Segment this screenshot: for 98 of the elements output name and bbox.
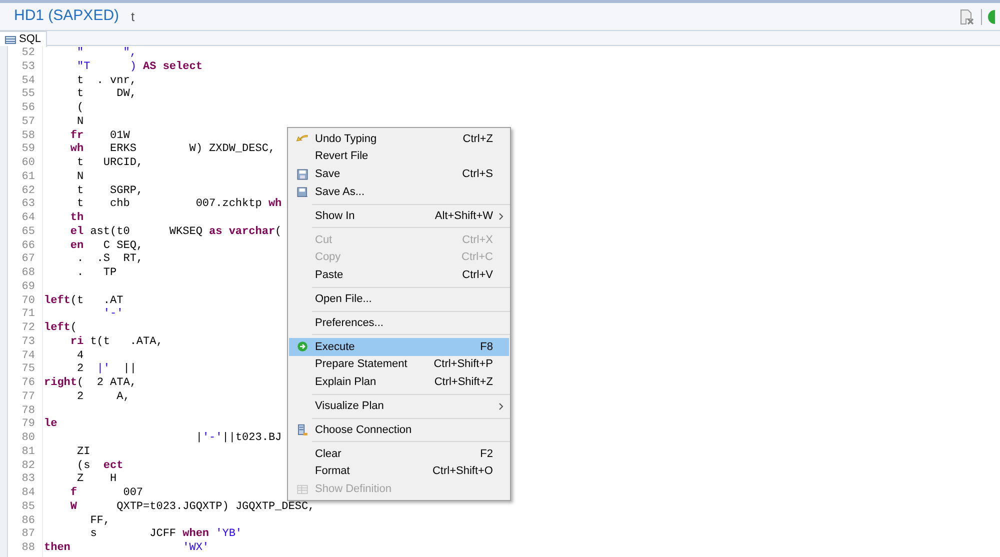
line-number: 78 <box>20 404 35 418</box>
code-line: en C SEQ, <box>69 240 144 254</box>
line-number: 71 <box>20 308 35 322</box>
line-number: 63 <box>20 198 35 212</box>
grid-icon <box>296 482 308 496</box>
line-number: 65 <box>20 226 35 240</box>
line-number: 64 <box>20 212 35 226</box>
line-number: 66 <box>20 240 35 254</box>
line-number: 57 <box>20 116 35 130</box>
code-line: t URCID, <box>76 157 144 171</box>
line-number: 83 <box>20 473 35 487</box>
code-line: left(t .AT <box>44 294 124 308</box>
code-line: f 007 <box>69 487 144 501</box>
run-icon[interactable] <box>988 10 996 24</box>
line-number: 76 <box>20 377 35 391</box>
line-number: 55 <box>20 88 35 102</box>
code-line: ri t(t .ATA, <box>69 336 163 350</box>
code-line: then 'WX' <box>44 542 210 556</box>
table-icon <box>5 36 16 44</box>
connection-icon <box>296 424 308 437</box>
line-number: 68 <box>20 267 35 281</box>
code-line: " ", <box>76 47 136 61</box>
menu-item[interactable]: Choose Connection <box>289 421 509 439</box>
line-number: 52 <box>20 47 35 61</box>
code-line: 4 <box>76 350 84 364</box>
line-number: 70 <box>20 294 35 308</box>
code-line: Z H <box>76 473 117 487</box>
line-number: 82 <box>20 460 35 474</box>
editor-title: HD1 (SAPXED) <box>14 6 120 26</box>
code-line: . .S RT, <box>76 253 144 267</box>
line-number: 84 <box>20 487 35 501</box>
menu-item[interactable]: Format Ctrl+Shift+O <box>289 462 509 481</box>
editor-tab[interactable]: SQL <box>0 31 48 47</box>
save-as-icon <box>296 186 308 199</box>
menu-item[interactable]: Revert File <box>289 148 509 166</box>
code-line: (s ect <box>76 460 124 474</box>
code-line: '-' <box>102 308 124 322</box>
code-line: |'-'||t023.BJ <box>194 432 282 446</box>
menu-item[interactable]: Execute F8 <box>289 338 509 356</box>
line-number: 85 <box>20 500 35 514</box>
code-line: le <box>44 418 58 432</box>
code-line: el ast(t0 WKSEQ as varchar( <box>69 226 282 240</box>
menu-item[interactable]: Open File... <box>289 290 509 308</box>
code-line: fr 01W <box>69 130 130 143</box>
execute-icon <box>296 340 308 354</box>
menu-item[interactable]: Explain Plan Ctrl+Shift+Z <box>289 374 509 392</box>
menu-item[interactable]: Show In Alt+Shift+W <box>289 207 509 225</box>
line-number: 54 <box>20 74 35 88</box>
code-line: t chb 007.zchktp wh <box>76 198 282 212</box>
editor-title-suffix: t <box>131 8 135 26</box>
code-line: 2 |' || <box>76 363 136 377</box>
line-number: 67 <box>20 253 35 267</box>
code-line: . TP <box>76 267 117 281</box>
code-line: N <box>76 116 84 130</box>
menu-item[interactable]: Prepare Statement Ctrl+Shift+P <box>289 356 509 374</box>
menu-item[interactable]: Clear F2 <box>289 444 509 463</box>
code-line: left( <box>44 322 78 336</box>
code-line: ( <box>76 102 84 116</box>
line-number: 86 <box>20 514 35 528</box>
line-number: 75 <box>20 363 35 377</box>
line-number: 58 <box>20 130 35 144</box>
code-line: W QXTP=t023.JGQXTP) JGQXTP_DESC, <box>69 500 315 514</box>
line-number: 79 <box>20 418 35 432</box>
code-line: wh ERKS W) ZXDW_DESC, <box>69 143 276 157</box>
line-number: 53 <box>20 60 35 74</box>
menu-item[interactable]: Save Ctrl+S <box>289 166 509 184</box>
line-number: 69 <box>20 280 35 294</box>
code-line: s JCFF when 'YB' <box>89 528 242 542</box>
code-line: t . vnr, <box>76 74 136 88</box>
line-number: 77 <box>20 390 35 404</box>
code-line: FF, <box>89 514 110 528</box>
line-number: 73 <box>20 336 35 350</box>
line-number: 56 <box>20 102 35 116</box>
code-line: right( 2 ATA, <box>44 377 136 391</box>
line-number: 61 <box>20 170 35 184</box>
code-line: ZI <box>76 446 90 460</box>
code-line: th <box>69 212 84 226</box>
save-icon <box>296 168 308 181</box>
code-line: "T ) AS select <box>76 60 202 74</box>
line-number: 88 <box>20 542 35 556</box>
line-number: 80 <box>20 432 35 446</box>
line-number: 62 <box>20 184 35 198</box>
menu-item[interactable]: Paste Ctrl+V <box>289 266 509 284</box>
line-number: 59 <box>20 143 35 157</box>
code-line: t SGRP, <box>76 184 144 198</box>
menu-item[interactable]: Undo Typing Ctrl+Z <box>289 130 509 148</box>
menu-item[interactable]: Save As... <box>289 183 509 202</box>
code-line: t DW, <box>76 88 136 102</box>
code-line: N <box>76 170 84 184</box>
line-number: 60 <box>20 157 35 171</box>
document-remove-icon[interactable] <box>959 8 975 24</box>
menu-item[interactable]: Preferences... <box>289 314 509 332</box>
menu-item[interactable]: Visualize Plan <box>289 397 509 416</box>
line-number: 87 <box>20 528 35 542</box>
line-number: 72 <box>20 322 35 336</box>
line-number: 74 <box>20 350 35 364</box>
code-line: 2 A, <box>76 390 130 404</box>
line-number: 81 <box>20 446 35 460</box>
